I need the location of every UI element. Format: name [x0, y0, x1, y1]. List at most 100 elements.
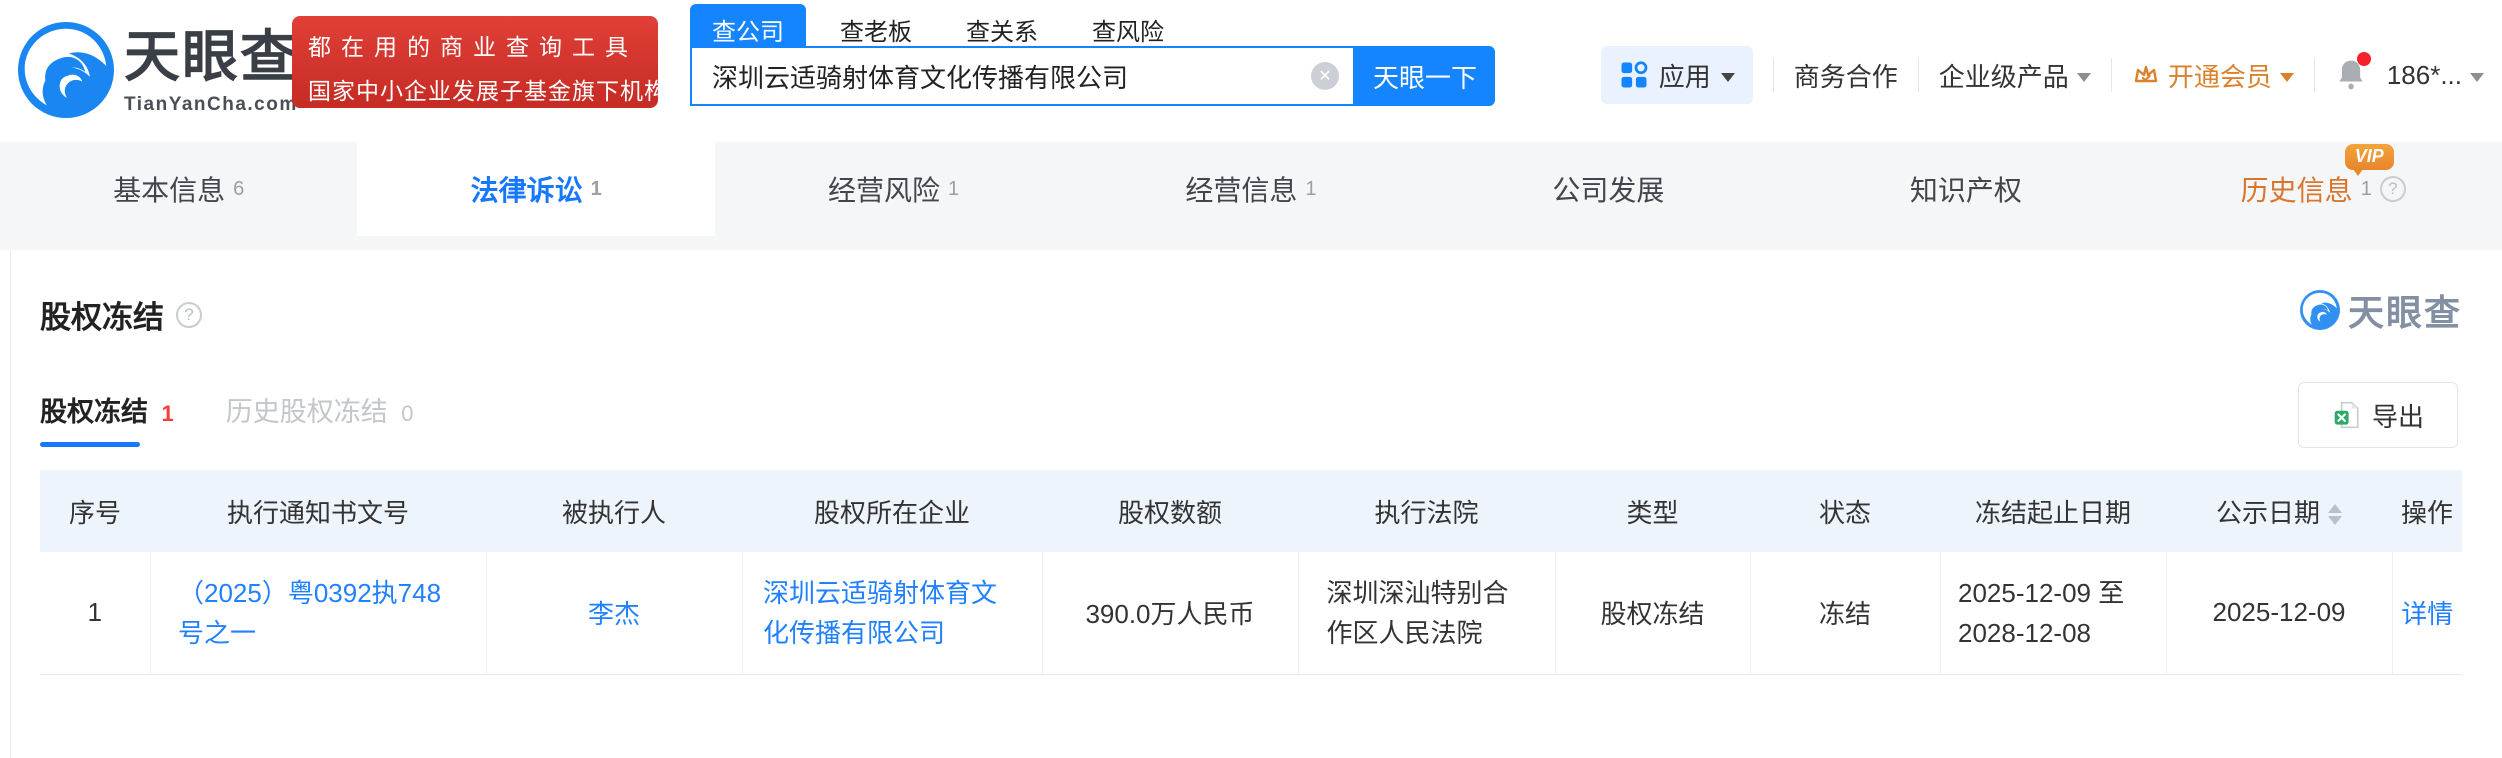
- cell-executee: 李杰: [486, 552, 742, 674]
- col-freeze-period: 冻结起止日期: [1940, 470, 2166, 552]
- tab-legal-proceedings[interactable]: 法律诉讼 1: [357, 142, 714, 236]
- chevron-down-icon: [2470, 73, 2484, 82]
- divider: [1773, 58, 1774, 92]
- nav-open-vip[interactable]: 开通会员: [2132, 57, 2294, 94]
- sort-icon[interactable]: [2328, 504, 2342, 525]
- cell-status: 冻结: [1750, 552, 1940, 674]
- col-court: 执行法院: [1298, 470, 1555, 552]
- nav-enterprise-products[interactable]: 企业级产品: [1939, 57, 2091, 94]
- cell-freeze-period: 2025-12-09 至 2028-12-08: [1940, 552, 2166, 674]
- col-type: 类型: [1555, 470, 1750, 552]
- col-publish-date-label: 公示日期: [2216, 498, 2320, 528]
- apps-grid-icon: [1619, 60, 1649, 90]
- section-divider: [0, 236, 2502, 250]
- search-button[interactable]: 天眼一下: [1355, 46, 1495, 106]
- detail-link[interactable]: 详情: [2401, 599, 2453, 629]
- tab-company-development[interactable]: 公司发展: [1430, 142, 1787, 236]
- tab-intellectual-property[interactable]: 知识产权: [1787, 142, 2144, 236]
- tab-label: 基本信息: [113, 169, 225, 209]
- table-header-row: 序号 执行通知书文号 被执行人 股权所在企业 股权数额 执行法院 类型 状态 冻…: [40, 470, 2462, 552]
- company-detail-tabbar: 基本信息 6 法律诉讼 1 经营风险 1 经营信息 1 公司发展 知识产权 VI…: [0, 142, 2502, 236]
- col-notice-no: 执行通知书文号: [150, 470, 486, 552]
- user-phone: 186*...: [2387, 60, 2462, 91]
- tab-operating-info[interactable]: 经营信息 1: [1072, 142, 1429, 236]
- divider: [2314, 58, 2315, 92]
- section-title: 股权冻结: [40, 292, 164, 337]
- slogan-line1: 都在用的商业查询工具: [308, 28, 642, 62]
- col-company: 股权所在企业: [742, 470, 1042, 552]
- tab-count: 1: [948, 178, 959, 201]
- executee-link[interactable]: 李杰: [588, 599, 640, 629]
- export-label: 导出: [2372, 397, 2424, 434]
- search-box: ✕ 天眼一下: [690, 46, 1495, 106]
- search-field: ✕: [690, 46, 1355, 106]
- subtab-label: 历史股权冻结: [226, 397, 388, 427]
- notification-dot: [2357, 52, 2371, 66]
- tab-count: 6: [233, 178, 244, 201]
- enterprise-label: 企业级产品: [1939, 57, 2069, 94]
- tab-label: 公司发展: [1552, 169, 1664, 209]
- subtab-equity-freeze[interactable]: 股权冻结 1: [40, 390, 174, 429]
- cell-type: 股权冻结: [1555, 552, 1750, 674]
- notifications-button[interactable]: [2335, 58, 2367, 92]
- tab-label: 知识产权: [1910, 169, 2022, 209]
- excel-icon: [2332, 400, 2362, 430]
- cell-equity-amount: 390.0万人民币: [1042, 552, 1298, 674]
- tab-basic-info[interactable]: 基本信息 6: [0, 142, 357, 236]
- clear-search-icon[interactable]: ✕: [1311, 62, 1339, 90]
- col-equity-amount: 股权数额: [1042, 470, 1298, 552]
- help-icon[interactable]: ?: [2380, 176, 2406, 202]
- vip-badge: VIP: [2345, 144, 2394, 170]
- vip-label: 开通会员: [2168, 57, 2272, 94]
- watermark-text: 天眼查: [2348, 284, 2462, 336]
- court-text: 深圳深汕特别合作区人民法院: [1327, 573, 1527, 653]
- nav-cooperation[interactable]: 商务合作: [1794, 57, 1898, 94]
- export-button[interactable]: 导出: [2298, 382, 2458, 448]
- tab-count: 1: [591, 178, 602, 201]
- chevron-down-icon: [2077, 73, 2091, 82]
- divider: [2111, 58, 2112, 92]
- col-publish-date[interactable]: 公示日期: [2166, 470, 2392, 552]
- tab-label: 法律诉讼: [471, 169, 583, 209]
- cell-index: 1: [40, 552, 150, 674]
- chevron-down-icon: [2280, 73, 2294, 82]
- notice-no-link[interactable]: （2025）粤0392执748号之一: [178, 573, 458, 653]
- apps-menu[interactable]: 应用: [1601, 46, 1753, 104]
- subtab-count: 0: [401, 401, 413, 426]
- tab-history-info[interactable]: VIP 历史信息 1 ?: [2145, 142, 2502, 236]
- col-action: 操作: [2392, 470, 2462, 552]
- divider: [1918, 58, 1919, 92]
- help-icon[interactable]: ?: [176, 302, 202, 328]
- tab-label: 经营风险: [828, 169, 940, 209]
- tab-count: 1: [1305, 178, 1316, 201]
- brand-domain: TianYanCha.com: [124, 94, 298, 116]
- subtab-count: 1: [162, 401, 174, 426]
- equity-freeze-card: 股权冻结 ? 天眼查 股权冻结 1 历史股权冻结 0 导出: [0, 250, 2502, 758]
- freeze-period-text: 2025-12-09 至 2028-12-08: [1958, 573, 2148, 653]
- subtab-history-equity-freeze[interactable]: 历史股权冻结 0: [226, 390, 414, 429]
- header-nav: 应用 商务合作 企业级产品 开通会员 186*...: [1601, 44, 2484, 106]
- col-index: 序号: [40, 470, 150, 552]
- company-link[interactable]: 深圳云适骑射体育文化传播有限公司: [763, 573, 1021, 653]
- user-account-menu[interactable]: 186*...: [2387, 60, 2484, 91]
- tab-label: 历史信息: [2241, 169, 2353, 209]
- cell-publish-date: 2025-12-09: [2166, 552, 2392, 674]
- equity-freeze-table: 序号 执行通知书文号 被执行人 股权所在企业 股权数额 执行法院 类型 状态 冻…: [40, 470, 2462, 675]
- col-status: 状态: [1750, 470, 1940, 552]
- tianyancha-logo[interactable]: 天眼查 TianYanCha.com: [18, 22, 298, 118]
- apps-label: 应用: [1659, 57, 1711, 94]
- cell-notice-no: （2025）粤0392执748号之一: [150, 552, 486, 674]
- table-row: 1 （2025）粤0392执748号之一 李杰 深圳云适骑射体育文化传播有限公司…: [40, 552, 2462, 674]
- slogan-badge: 都在用的商业查询工具 国家中小企业发展子基金旗下机构: [292, 16, 658, 108]
- equity-freeze-subtabs: 股权冻结 1 历史股权冻结 0: [40, 390, 414, 429]
- tab-label: 经营信息: [1185, 169, 1297, 209]
- search-input[interactable]: [712, 61, 1311, 92]
- tab-operating-risk[interactable]: 经营风险 1: [715, 142, 1072, 236]
- tab-count: 1: [2361, 178, 2372, 201]
- cell-company: 深圳云适骑射体育文化传播有限公司: [742, 552, 1042, 674]
- tianyancha-swirl-icon: [18, 22, 114, 118]
- cell-action: 详情: [2392, 552, 2462, 674]
- cell-court: 深圳深汕特别合作区人民法院: [1298, 552, 1555, 674]
- brand-name: 天眼查: [124, 22, 298, 92]
- col-executee: 被执行人: [486, 470, 742, 552]
